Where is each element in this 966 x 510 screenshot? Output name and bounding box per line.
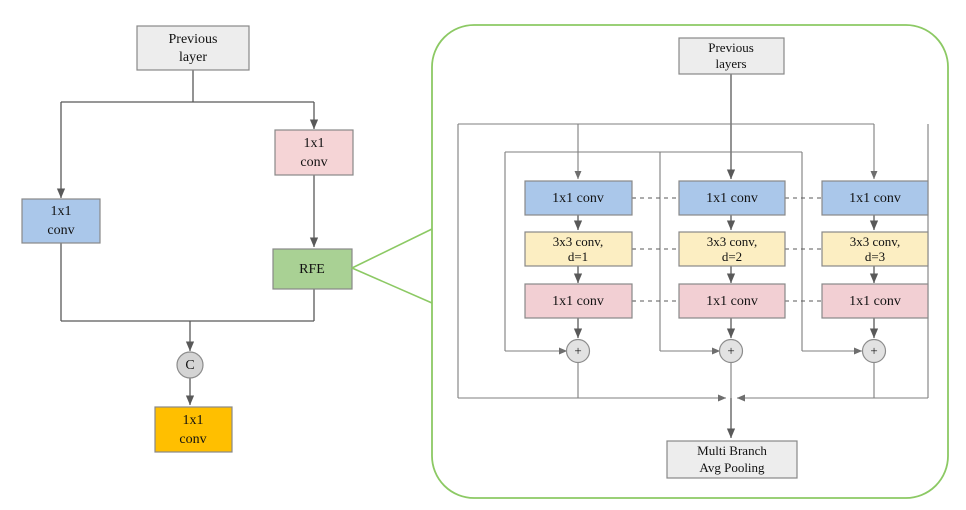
node-pooling-line1: Multi Branch bbox=[697, 443, 767, 458]
node-left-1x1-conv-line2: conv bbox=[47, 223, 74, 238]
branch-3-expand-label: 1x1 conv bbox=[849, 294, 901, 309]
node-previous-layers-line2: layers bbox=[715, 56, 746, 71]
branch-1-expand-conv: 1x1 conv bbox=[524, 283, 633, 319]
branch-2-add-node: + bbox=[718, 338, 744, 364]
node-pooling-line2: Avg Pooling bbox=[699, 460, 765, 475]
node-concat-label: C bbox=[185, 358, 194, 373]
node-right-1x1-conv: 1x1 conv bbox=[274, 129, 354, 176]
node-output-1x1-conv-line1: 1x1 bbox=[183, 413, 204, 428]
branch-2-reduce-label: 1x1 conv bbox=[706, 191, 758, 206]
node-output-1x1-conv-line2: conv bbox=[179, 432, 206, 447]
node-concat: C bbox=[176, 351, 204, 379]
node-left-1x1-conv-line1: 1x1 bbox=[51, 204, 72, 219]
node-previous-layers-line1: Previous bbox=[708, 40, 754, 55]
branch-1-dilated-line2: d=1 bbox=[568, 249, 588, 264]
branch-2-expand-conv: 1x1 conv bbox=[678, 283, 786, 319]
node-right-1x1-conv-line2: conv bbox=[300, 155, 327, 170]
branch-1-dilated-conv: 3x3 conv, d=1 bbox=[524, 231, 633, 267]
callout-connector-bottom bbox=[351, 267, 433, 304]
branch-2: 1x1 conv 3x3 conv, d=2 1x1 conv + bbox=[678, 180, 786, 364]
node-output-1x1-conv: 1x1 conv bbox=[154, 406, 233, 453]
branch-3-dilated-line1: 3x3 conv, bbox=[850, 234, 900, 249]
left-pipeline: Previous layer 1x1 conv 1x1 conv RFE C 1… bbox=[21, 25, 354, 453]
branch-3-expand-conv: 1x1 conv bbox=[821, 283, 929, 319]
branch-2-add-label: + bbox=[727, 343, 734, 358]
branch-1-reduce-label: 1x1 conv bbox=[552, 191, 604, 206]
node-right-1x1-conv-line1: 1x1 bbox=[304, 136, 325, 151]
branch-3-dilated-line2: d=3 bbox=[865, 249, 885, 264]
node-previous-layer-line1: Previous bbox=[169, 32, 218, 47]
branch-1-dilated-line1: 3x3 conv, bbox=[553, 234, 603, 249]
branch-1-add-label: + bbox=[574, 343, 581, 358]
branch-3-add-node: + bbox=[861, 338, 887, 364]
branch-3-reduce-label: 1x1 conv bbox=[849, 191, 901, 206]
node-rfe: RFE bbox=[272, 248, 353, 290]
branch-3-dilated-conv: 3x3 conv, d=3 bbox=[821, 231, 929, 267]
rfe-architecture-diagram: Previous layer 1x1 conv 1x1 conv RFE C 1… bbox=[21, 24, 949, 499]
branch-3-add-label: + bbox=[870, 343, 877, 358]
callout-connector-top bbox=[351, 228, 433, 269]
branch-2-expand-label: 1x1 conv bbox=[706, 294, 758, 309]
node-left-1x1-conv: 1x1 conv bbox=[21, 198, 101, 244]
node-rfe-label: RFE bbox=[299, 262, 325, 277]
node-previous-layer: Previous layer bbox=[136, 25, 250, 71]
branch-1-expand-label: 1x1 conv bbox=[552, 294, 604, 309]
branch-2-dilated-line2: d=2 bbox=[722, 249, 742, 264]
node-previous-layer-line2: layer bbox=[179, 50, 207, 65]
branch-3-reduce-conv: 1x1 conv bbox=[821, 180, 929, 216]
node-previous-layers: Previous layers bbox=[678, 37, 785, 75]
branch-2-dilated-conv: 3x3 conv, d=2 bbox=[678, 231, 786, 267]
branch-2-reduce-conv: 1x1 conv bbox=[678, 180, 786, 216]
branch-1-reduce-conv: 1x1 conv bbox=[524, 180, 633, 216]
rfe-detail-diagram: Previous layers 1x1 conv 3x3 conv, d=1 1… bbox=[457, 37, 929, 479]
node-multi-branch-avg-pooling: Multi Branch Avg Pooling bbox=[666, 440, 798, 479]
branch-2-dilated-line1: 3x3 conv, bbox=[707, 234, 757, 249]
branch-1-add-node: + bbox=[565, 338, 591, 364]
branch-3: 1x1 conv 3x3 conv, d=3 1x1 conv + bbox=[821, 180, 929, 364]
